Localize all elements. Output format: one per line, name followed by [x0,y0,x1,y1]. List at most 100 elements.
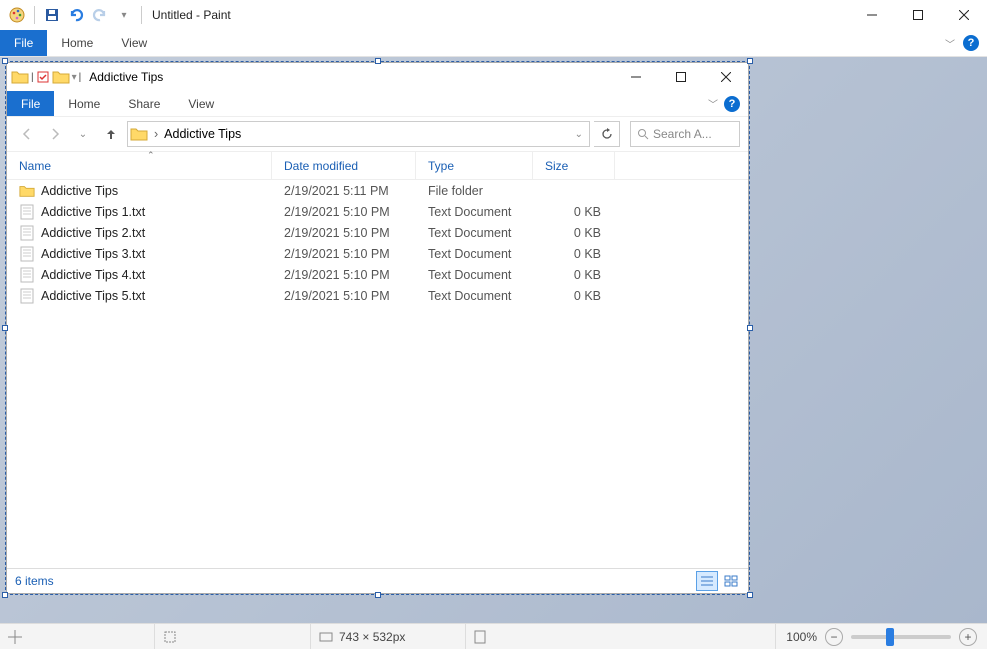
explorer-close-button[interactable] [703,63,748,91]
status-selection-size [155,624,311,649]
resize-handle-lm[interactable] [2,325,8,331]
folder-icon [19,183,35,199]
explorer-help-icon[interactable]: ? [724,96,740,112]
save-icon[interactable] [41,4,63,26]
cursor-pos-icon [8,630,22,644]
folder-icon [130,125,148,143]
explorer-ribbon-collapse-icon[interactable]: ﹀ [708,96,718,111]
close-button[interactable] [941,0,987,30]
resize-handle-bl[interactable] [2,592,8,598]
explorer-window: | ▾ | Addictive Tips [6,62,749,594]
zoom-level-label: 100% [786,630,817,644]
zoom-slider-thumb[interactable] [886,628,894,646]
undo-icon[interactable] [65,4,87,26]
column-header-type[interactable]: Type [416,152,533,179]
paint-canvas-area[interactable]: | ▾ | Addictive Tips [0,57,987,623]
file-date: 2/19/2021 5:10 PM [272,268,416,282]
text-file-icon [19,246,35,262]
paint-window: ▾ Untitled - Paint File Home View ﹀ ? [0,0,987,649]
breadcrumb-segment[interactable]: Addictive Tips [164,127,241,141]
explorer-address-bar: ⌄ › Addictive Tips ⌄ Search A... [7,116,748,152]
canvas-size-icon [319,630,333,644]
file-row[interactable]: Addictive Tips 5.txt 2/19/2021 5:10 PMTex… [7,285,748,306]
explorer-tab-view[interactable]: View [174,91,228,116]
minimize-button[interactable] [849,0,895,30]
refresh-button[interactable] [594,121,620,147]
resize-handle-tl[interactable] [2,58,8,64]
resize-handle-br[interactable] [747,592,753,598]
text-file-icon [19,288,35,304]
file-row[interactable]: Addictive Tips 1.txt 2/19/2021 5:10 PMTex… [7,201,748,222]
column-header-name[interactable]: Name [7,152,272,179]
nav-back-button[interactable] [15,122,39,146]
explorer-ribbon: File Home Share View ﹀ ? [7,91,748,116]
file-row[interactable]: Addictive Tips 4.txt2/19/2021 5:10 PMTex… [7,264,748,285]
column-header-date[interactable]: Date modified [272,152,416,179]
explorer-file-list[interactable]: Addictive Tips2/19/2021 5:11 PMFile fold… [7,180,748,568]
zoom-out-button[interactable]: − [825,628,843,646]
status-canvas-size: 743 × 532px [311,624,466,649]
status-filesize [466,624,776,649]
nav-forward-button[interactable] [43,122,67,146]
nav-recent-dropdown[interactable]: ⌄ [71,122,95,146]
file-date: 2/19/2021 5:10 PM [272,205,416,219]
explorer-tab-home[interactable]: Home [54,91,114,116]
filesize-icon [474,630,486,644]
address-input[interactable]: › Addictive Tips ⌄ [127,121,590,147]
resize-handle-tr[interactable] [747,58,753,64]
file-type: File folder [416,184,533,198]
file-name: Addictive Tips 5.txt [41,289,145,303]
redo-icon[interactable] [89,4,111,26]
text-file-icon [19,225,35,241]
file-type: Text Document [416,289,533,303]
nav-up-button[interactable] [99,122,123,146]
file-name: Addictive Tips 2.txt [41,226,145,240]
paint-tab-view[interactable]: View [107,30,161,56]
file-date: 2/19/2021 5:11 PM [272,184,416,198]
status-zoom-group: 100% − + [776,628,987,646]
view-details-button[interactable] [696,571,718,591]
help-icon[interactable]: ? [963,35,979,51]
file-row[interactable]: Addictive Tips2/19/2021 5:11 PMFile fold… [7,180,748,201]
file-row[interactable]: Addictive Tips 2.txt 2/19/2021 5:10 PMTex… [7,222,748,243]
paint-title-text: Untitled - Paint [152,8,231,22]
resize-handle-rm[interactable] [747,325,753,331]
explorer-column-headers: ⌃ Name Date modified Type Size [7,152,748,180]
properties-icon[interactable] [36,70,50,84]
file-name: Addictive Tips 4.txt [41,268,145,282]
text-file-icon [19,267,35,283]
paint-tab-home[interactable]: Home [47,30,107,56]
paint-ribbon: File Home View ﹀ ? [0,30,987,57]
file-date: 2/19/2021 5:10 PM [272,289,416,303]
qat-customize-icon[interactable]: ▾ [113,4,135,26]
file-date: 2/19/2021 5:10 PM [272,247,416,261]
maximize-button[interactable] [895,0,941,30]
explorer-status-bar: 6 items [7,568,748,593]
search-input[interactable]: Search A... [630,121,740,147]
qat-dropdown-icon[interactable]: ▾ [72,72,77,83]
explorer-tab-share[interactable]: Share [114,91,174,116]
paint-tab-file[interactable]: File [0,30,47,56]
resize-handle-tm[interactable] [375,58,381,64]
breadcrumb-separator-icon: › [154,127,158,141]
text-file-icon [19,204,35,220]
column-header-size[interactable]: Size [533,152,615,179]
address-history-dropdown[interactable]: ⌄ [575,129,589,140]
folder-icon [11,68,29,86]
resize-handle-bm[interactable] [375,592,381,598]
zoom-in-button[interactable]: + [959,628,977,646]
paint-selection[interactable]: | ▾ | Addictive Tips [5,61,750,595]
file-type: Text Document [416,226,533,240]
view-thumbnails-button[interactable] [720,571,742,591]
zoom-slider[interactable] [851,635,951,639]
ribbon-collapse-icon[interactable]: ﹀ [945,36,955,51]
file-date: 2/19/2021 5:10 PM [272,226,416,240]
file-type: Text Document [416,205,533,219]
explorer-title-bar: | ▾ | Addictive Tips [7,63,748,91]
explorer-minimize-button[interactable] [613,63,658,91]
explorer-maximize-button[interactable] [658,63,703,91]
explorer-item-count: 6 items [15,574,54,588]
file-name: Addictive Tips 1.txt [41,205,145,219]
explorer-tab-file[interactable]: File [7,91,54,116]
file-row[interactable]: Addictive Tips 3.txt2/19/2021 5:10 PMTex… [7,243,748,264]
